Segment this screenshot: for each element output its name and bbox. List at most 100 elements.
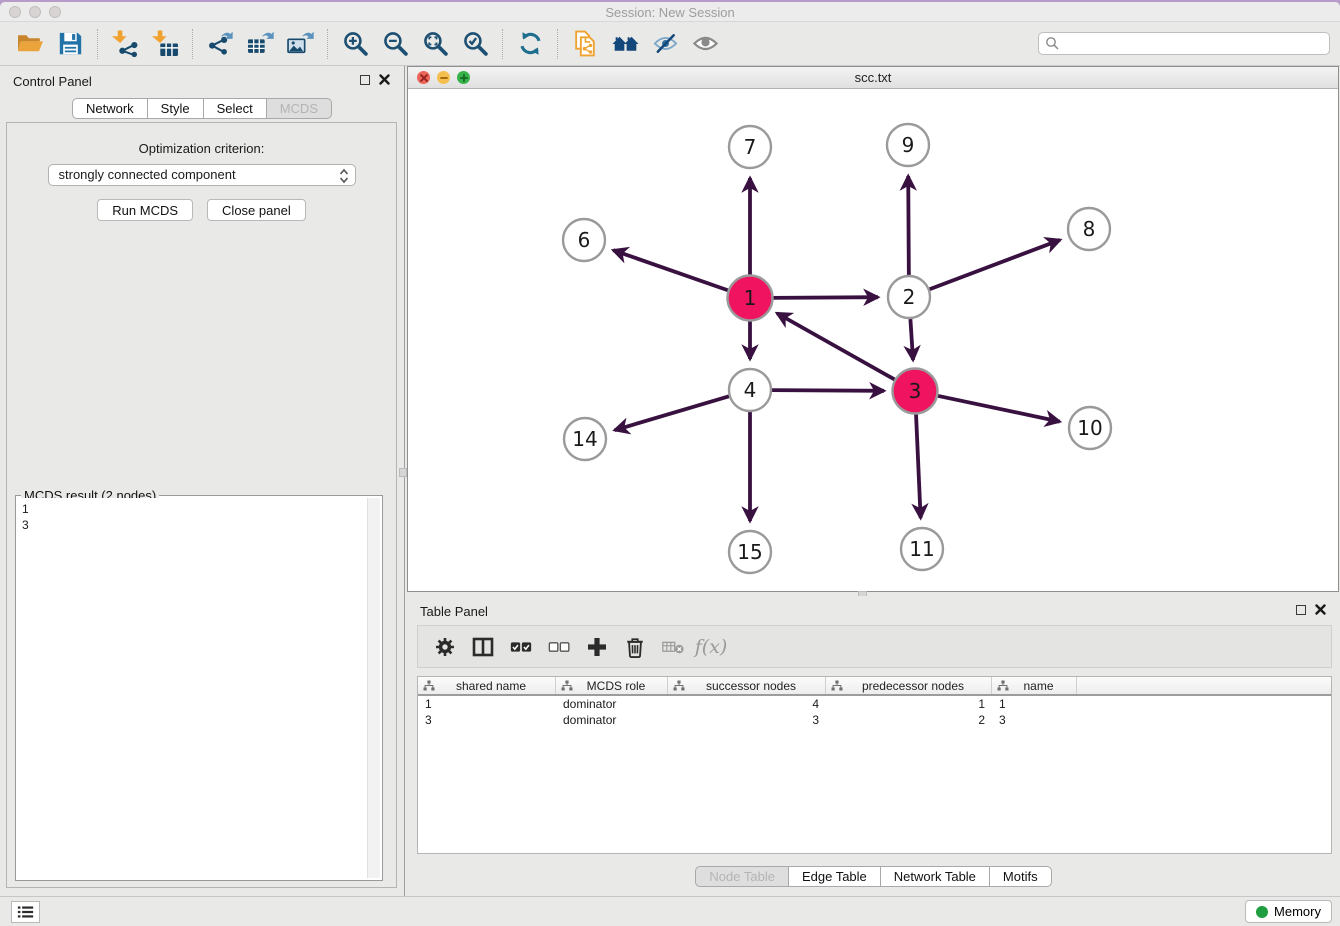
- table-float-icon[interactable]: [1296, 605, 1306, 615]
- node-15[interactable]: 15: [729, 531, 771, 573]
- unselect-all-icon[interactable]: [540, 630, 578, 664]
- edge-2-8[interactable]: [930, 240, 1060, 289]
- node-4[interactable]: 4: [729, 369, 771, 411]
- search-input[interactable]: [1038, 32, 1330, 55]
- node-11[interactable]: 11: [901, 528, 943, 570]
- table-cell[interactable]: 2: [826, 712, 992, 728]
- network-canvas[interactable]: 7 9 6 8 1 2 4 3 14 10 15 11: [408, 89, 1338, 591]
- home-icon[interactable]: [605, 27, 645, 61]
- columns-icon[interactable]: [464, 630, 502, 664]
- network-titlebar[interactable]: scc.txt: [408, 67, 1338, 89]
- tab-style[interactable]: Style: [147, 98, 204, 119]
- node-8[interactable]: 8: [1068, 208, 1110, 250]
- tab-network[interactable]: Network: [72, 98, 148, 119]
- tab-select[interactable]: Select: [203, 98, 267, 119]
- vertical-splitter-handle[interactable]: [399, 468, 407, 477]
- hide-eye-icon[interactable]: [645, 27, 685, 61]
- edge-4-14[interactable]: [615, 396, 729, 430]
- edge-2-9[interactable]: [908, 176, 909, 275]
- zoom-in-icon[interactable]: [335, 27, 375, 61]
- zoom-fit-icon[interactable]: [415, 27, 455, 61]
- edge-1-2[interactable]: [772, 297, 878, 298]
- column-header-successor-nodes[interactable]: successor nodes: [668, 677, 826, 694]
- zoom-selected-icon[interactable]: [455, 27, 495, 61]
- node-table[interactable]: shared nameMCDS rolesuccessor nodesprede…: [417, 676, 1332, 854]
- mcds-result-group: MCDS result (2 nodes) 13: [15, 495, 383, 881]
- table-cell[interactable]: 3: [668, 712, 826, 728]
- optimization-dropdown[interactable]: strongly connected component: [48, 164, 356, 186]
- control-panel-tabs: NetworkStyleSelectMCDS: [0, 98, 404, 119]
- table-row[interactable]: 1dominator411: [418, 696, 1331, 712]
- node-3[interactable]: 3: [893, 369, 938, 414]
- table-close-icon[interactable]: [1315, 604, 1326, 615]
- result-scrollbar[interactable]: [367, 498, 380, 878]
- node-7[interactable]: 7: [729, 126, 771, 168]
- table-cell[interactable]: 3: [992, 712, 1077, 728]
- svg-text:3: 3: [909, 379, 922, 403]
- table-cell[interactable]: 1: [992, 696, 1077, 712]
- column-header-shared-name[interactable]: shared name: [418, 677, 556, 694]
- table-cell[interactable]: 3: [418, 712, 556, 728]
- node-6[interactable]: 6: [563, 219, 605, 261]
- close-panel-icon[interactable]: [379, 74, 390, 85]
- run-mcds-button[interactable]: Run MCDS: [97, 199, 193, 221]
- export-network-icon[interactable]: [200, 27, 240, 61]
- zoom-out-icon[interactable]: [375, 27, 415, 61]
- node-10[interactable]: 10: [1069, 407, 1111, 449]
- application-window: Session: New Session Control Panel Netwo…: [0, 2, 1340, 926]
- add-icon[interactable]: [578, 630, 616, 664]
- table-tab-node-table[interactable]: Node Table: [695, 866, 789, 887]
- edge-3-10[interactable]: [937, 396, 1060, 422]
- edge-4-3[interactable]: [772, 390, 884, 391]
- tree-icon: [423, 680, 435, 692]
- node-14[interactable]: 14: [564, 418, 606, 460]
- column-header-name[interactable]: name: [992, 677, 1077, 694]
- column-header-predecessor-nodes[interactable]: predecessor nodes: [826, 677, 992, 694]
- table-cell[interactable]: dominator: [556, 712, 668, 728]
- float-panel-icon[interactable]: [360, 75, 370, 85]
- select-all-icon[interactable]: [502, 630, 540, 664]
- network-frame: scc.txt 7 9 6 8 1 2 4 3 14 10 15 11: [407, 66, 1339, 592]
- svg-text:4: 4: [744, 378, 757, 402]
- close-panel-button[interactable]: Close panel: [207, 199, 306, 221]
- table-row[interactable]: 3dominator323: [418, 712, 1331, 728]
- export-table-icon[interactable]: [240, 27, 280, 61]
- window-title: Session: New Session: [0, 5, 1340, 20]
- import-table-icon[interactable]: [145, 27, 185, 61]
- clone-network-icon[interactable]: [565, 27, 605, 61]
- mcds-result-list[interactable]: 13: [18, 498, 367, 878]
- toolbar-separator: [502, 29, 503, 59]
- edge-2-3[interactable]: [910, 319, 913, 360]
- table-toolbar: f(x): [417, 625, 1332, 668]
- toolbar-separator: [327, 29, 328, 59]
- trash-icon[interactable]: [616, 630, 654, 664]
- export-image-icon[interactable]: [280, 27, 320, 61]
- svg-text:15: 15: [737, 540, 762, 564]
- memory-button[interactable]: Memory: [1245, 900, 1332, 923]
- save-icon[interactable]: [50, 27, 90, 61]
- table-tab-network-table[interactable]: Network Table: [880, 866, 990, 887]
- toolbar-separator: [557, 29, 558, 59]
- refresh-icon[interactable]: [510, 27, 550, 61]
- table-tab-motifs[interactable]: Motifs: [989, 866, 1052, 887]
- import-network-icon[interactable]: [105, 27, 145, 61]
- node-1[interactable]: 1: [728, 276, 773, 321]
- gear-icon[interactable]: [426, 630, 464, 664]
- edge-3-1[interactable]: [777, 313, 896, 380]
- table-cell[interactable]: dominator: [556, 696, 668, 712]
- optimization-dropdown-value: strongly connected component: [59, 167, 236, 182]
- task-history-button[interactable]: [11, 901, 40, 923]
- tree-icon: [997, 680, 1009, 692]
- table-cell[interactable]: 4: [668, 696, 826, 712]
- edge-1-6[interactable]: [613, 250, 729, 291]
- show-eye-icon[interactable]: [685, 27, 725, 61]
- table-cell[interactable]: 1: [826, 696, 992, 712]
- open-icon[interactable]: [10, 27, 50, 61]
- node-9[interactable]: 9: [887, 124, 929, 166]
- column-header-MCDS-role[interactable]: MCDS role: [556, 677, 668, 694]
- edge-3-11[interactable]: [916, 413, 921, 518]
- node-2[interactable]: 2: [888, 276, 930, 318]
- table-cell[interactable]: 1: [418, 696, 556, 712]
- table-tab-edge-table[interactable]: Edge Table: [788, 866, 881, 887]
- tab-mcds[interactable]: MCDS: [266, 98, 332, 119]
